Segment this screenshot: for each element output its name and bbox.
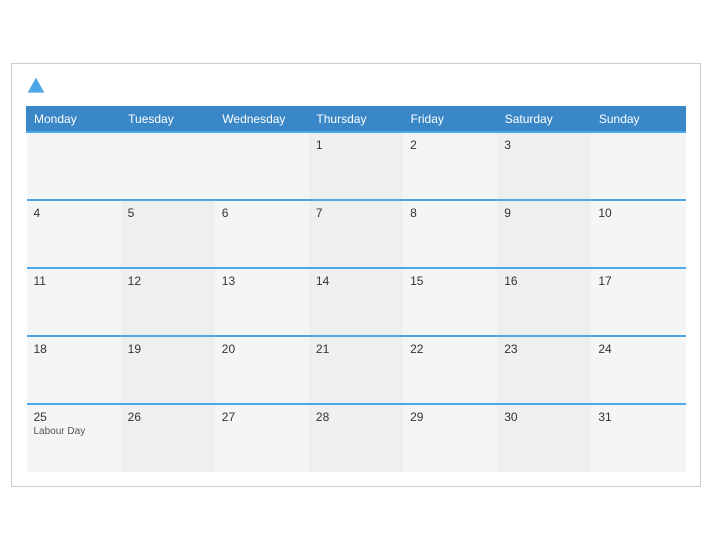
calendar-cell: 19 bbox=[121, 336, 215, 404]
day-number: 12 bbox=[128, 274, 208, 288]
week-row-4: 18 19 20 21 22 23 24 bbox=[27, 336, 686, 404]
calendar-cell: 27 bbox=[215, 404, 309, 472]
calendar-cell: 2 bbox=[403, 132, 497, 200]
calendar-container: MondayTuesdayWednesdayThursdayFridaySatu… bbox=[11, 63, 701, 487]
day-number: 16 bbox=[504, 274, 584, 288]
weekday-sunday: Sunday bbox=[591, 107, 685, 133]
day-number: 3 bbox=[504, 138, 584, 152]
day-number: 26 bbox=[128, 410, 208, 424]
week-row-3: 11 12 13 14 15 16 17 bbox=[27, 268, 686, 336]
week-row-1: 123 bbox=[27, 132, 686, 200]
day-number: 7 bbox=[316, 206, 396, 220]
calendar-cell: 20 bbox=[215, 336, 309, 404]
calendar-cell: 29 bbox=[403, 404, 497, 472]
day-number: 27 bbox=[222, 410, 302, 424]
day-number: 4 bbox=[34, 206, 114, 220]
week-row-2: 456789 10 bbox=[27, 200, 686, 268]
weekday-header-row: MondayTuesdayWednesdayThursdayFridaySatu… bbox=[27, 107, 686, 133]
calendar-cell: 15 bbox=[403, 268, 497, 336]
calendar-cell: 1 bbox=[309, 132, 403, 200]
day-number: 30 bbox=[504, 410, 584, 424]
calendar-cell bbox=[27, 132, 121, 200]
calendar-cell: 17 bbox=[591, 268, 685, 336]
calendar-cell: 25 Labour Day bbox=[27, 404, 121, 472]
calendar-cell: 21 bbox=[309, 336, 403, 404]
calendar-cell: 4 bbox=[27, 200, 121, 268]
weekday-tuesday: Tuesday bbox=[121, 107, 215, 133]
calendar-cell: 22 bbox=[403, 336, 497, 404]
calendar-cell: 18 bbox=[27, 336, 121, 404]
calendar-cell: 26 bbox=[121, 404, 215, 472]
day-number: 22 bbox=[410, 342, 490, 356]
day-number: 5 bbox=[128, 206, 208, 220]
calendar-cell: 24 bbox=[591, 336, 685, 404]
calendar-cell: 3 bbox=[497, 132, 591, 200]
calendar-cell: 11 bbox=[27, 268, 121, 336]
calendar-cell: 12 bbox=[121, 268, 215, 336]
calendar-cell: 5 bbox=[121, 200, 215, 268]
day-number: 19 bbox=[128, 342, 208, 356]
calendar-cell: 7 bbox=[309, 200, 403, 268]
logo-icon bbox=[26, 76, 46, 96]
calendar-cell bbox=[215, 132, 309, 200]
weekday-thursday: Thursday bbox=[309, 107, 403, 133]
calendar-cell: 6 bbox=[215, 200, 309, 268]
holiday-label: Labour Day bbox=[34, 426, 114, 437]
calendar-cell: 13 bbox=[215, 268, 309, 336]
calendar-cell: 31 bbox=[591, 404, 685, 472]
calendar-cell: 9 bbox=[497, 200, 591, 268]
weekday-friday: Friday bbox=[403, 107, 497, 133]
day-number: 15 bbox=[410, 274, 490, 288]
day-number: 25 bbox=[34, 410, 114, 424]
weekday-monday: Monday bbox=[27, 107, 121, 133]
week-row-5: 25 Labour Day 26 27 28 29 30 31 bbox=[27, 404, 686, 472]
calendar-header bbox=[26, 76, 686, 96]
day-number: 1 bbox=[316, 138, 396, 152]
weekday-wednesday: Wednesday bbox=[215, 107, 309, 133]
day-number: 31 bbox=[598, 410, 678, 424]
day-number: 17 bbox=[598, 274, 678, 288]
day-number: 9 bbox=[504, 206, 584, 220]
calendar-cell: 23 bbox=[497, 336, 591, 404]
day-number: 21 bbox=[316, 342, 396, 356]
calendar-table: MondayTuesdayWednesdayThursdayFridaySatu… bbox=[26, 106, 686, 472]
calendar-cell: 28 bbox=[309, 404, 403, 472]
calendar-cell: 30 bbox=[497, 404, 591, 472]
day-number: 13 bbox=[222, 274, 302, 288]
day-number: 28 bbox=[316, 410, 396, 424]
day-number: 23 bbox=[504, 342, 584, 356]
day-number: 2 bbox=[410, 138, 490, 152]
calendar-cell: 8 bbox=[403, 200, 497, 268]
calendar-cell: 14 bbox=[309, 268, 403, 336]
day-number: 6 bbox=[222, 206, 302, 220]
calendar-cell bbox=[591, 132, 685, 200]
day-number: 8 bbox=[410, 206, 490, 220]
day-number: 11 bbox=[34, 274, 114, 288]
day-number: 18 bbox=[34, 342, 114, 356]
day-number: 20 bbox=[222, 342, 302, 356]
day-number: 10 bbox=[598, 206, 678, 220]
day-number: 29 bbox=[410, 410, 490, 424]
calendar-cell: 10 bbox=[591, 200, 685, 268]
calendar-cell: 16 bbox=[497, 268, 591, 336]
logo bbox=[26, 76, 50, 96]
day-number: 24 bbox=[598, 342, 678, 356]
day-number: 14 bbox=[316, 274, 396, 288]
calendar-cell bbox=[121, 132, 215, 200]
weekday-saturday: Saturday bbox=[497, 107, 591, 133]
